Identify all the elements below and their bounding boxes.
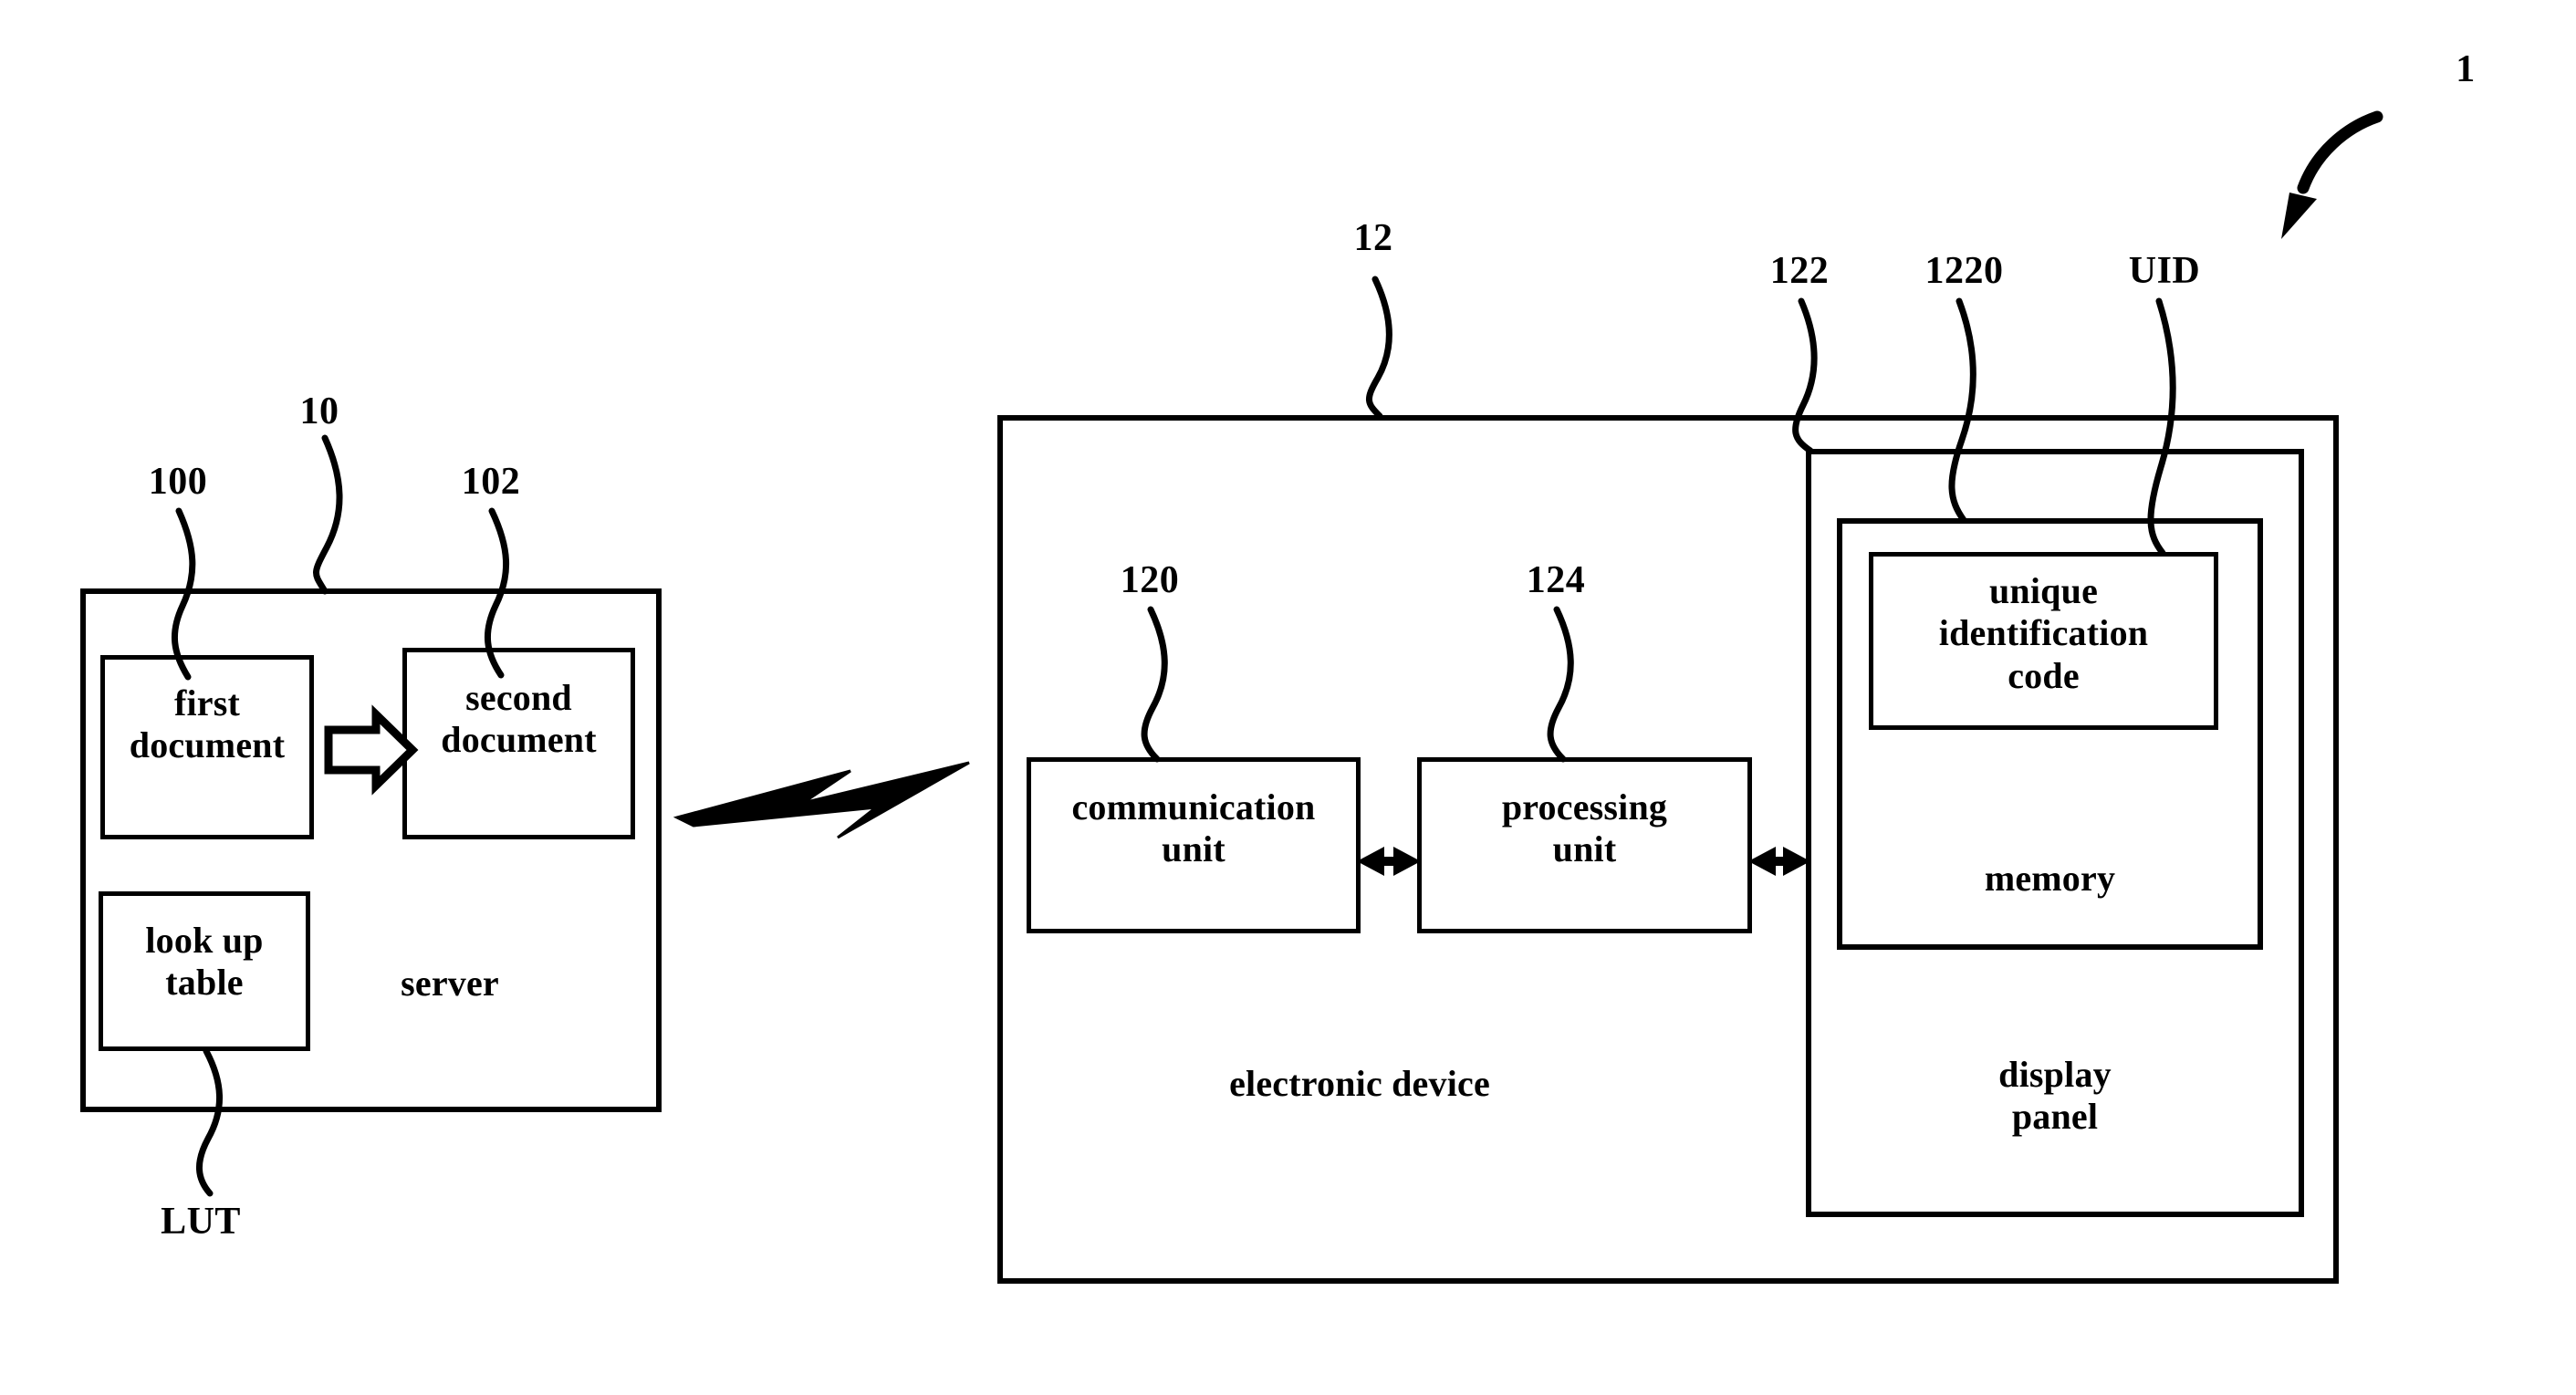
ref-lut: LUT xyxy=(161,1201,241,1243)
ref-120: 120 xyxy=(1120,559,1180,601)
unique-identification-code-label: unique identification code xyxy=(1938,570,2149,696)
system-pointer-arrow xyxy=(2281,110,2383,239)
patent-figure: first document second document look up t… xyxy=(0,0,2576,1395)
ref-102: 102 xyxy=(461,461,521,503)
first-document-label: first document xyxy=(129,682,286,766)
electronic-device-label: electronic device xyxy=(1229,1063,1490,1104)
ref-122: 122 xyxy=(1769,250,1830,292)
second-document-label: second document xyxy=(441,677,597,761)
ref-uid: UID xyxy=(2128,250,2201,292)
look-up-table-label: look up table xyxy=(145,920,264,1004)
ref-124: 124 xyxy=(1526,559,1586,601)
ref-12: 12 xyxy=(1353,217,1393,259)
ref-system-1: 1 xyxy=(2456,48,2476,90)
display-panel-label: display panel xyxy=(1998,1054,2112,1138)
leader-line-10 xyxy=(313,434,343,595)
server-label: server xyxy=(401,963,499,1004)
leader-line-12 xyxy=(1366,276,1392,420)
processing-unit-label: processing unit xyxy=(1501,786,1668,870)
memory-label: memory xyxy=(1984,858,2116,899)
wireless-lightning-bolt-icon xyxy=(673,761,970,839)
ref-1220: 1220 xyxy=(1924,250,2004,292)
ref-100: 100 xyxy=(148,461,208,503)
communication-unit-label: communication unit xyxy=(1071,786,1316,870)
ref-10: 10 xyxy=(299,390,339,432)
